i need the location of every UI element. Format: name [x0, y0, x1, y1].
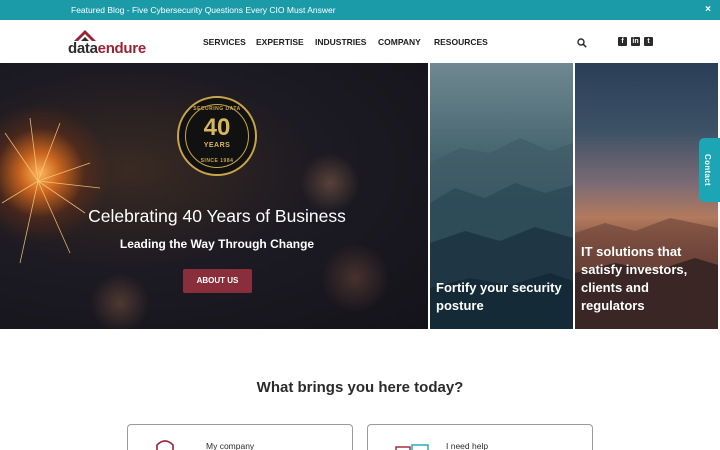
- logo-wordmark: dataendure: [68, 40, 146, 57]
- tile-text: IT solutions that satisfy investors, cli…: [581, 244, 688, 313]
- dataendure-logo[interactable]: dataendure: [68, 30, 158, 57]
- badge-number: 40: [203, 114, 231, 141]
- card-label: My company: [206, 441, 255, 450]
- help-icon: [395, 444, 429, 450]
- linkedin-icon[interactable]: in: [631, 37, 640, 46]
- logo-part-endure: endure: [97, 40, 147, 57]
- featured-blog-link[interactable]: Featured Blog - Five Cybersecurity Quest…: [71, 5, 336, 15]
- card-label: I need help: [446, 441, 489, 450]
- facebook-icon[interactable]: f: [618, 37, 627, 46]
- close-icon[interactable]: ×: [705, 4, 711, 15]
- hero-title: Celebrating 40 Years of Business: [88, 206, 346, 226]
- about-us-button[interactable]: ABOUT US: [183, 269, 252, 293]
- option-card-my-company[interactable]: My company: [127, 424, 353, 450]
- section-heading: What brings you here today?: [256, 379, 464, 396]
- bokeh-light: [320, 243, 390, 313]
- contact-tab[interactable]: Contact: [699, 138, 720, 202]
- building-icon: [156, 440, 174, 450]
- search-icon[interactable]: [577, 38, 587, 48]
- tile-text: Fortify your security posture: [436, 280, 562, 313]
- site-header: dataendure SERVICES EXPERTISE INDUSTRIES…: [0, 20, 720, 63]
- it-solutions-tile[interactable]: IT solutions that satisfy investors, cli…: [575, 63, 718, 329]
- badge-years: YEARS: [203, 142, 231, 149]
- announcement-bar: Featured Blog - Five Cybersecurity Quest…: [0, 0, 720, 20]
- bokeh-light: [300, 153, 360, 213]
- security-posture-tile[interactable]: Fortify your security posture: [430, 63, 573, 329]
- 40-years-badge: SECURING DATA 40 YEARS SINCE 1984: [177, 96, 257, 176]
- nav-item-company[interactable]: COMPANY: [378, 37, 421, 47]
- nav-item-expertise[interactable]: EXPERTISE: [256, 37, 304, 47]
- hero-banner: SECURING DATA 40 YEARS SINCE 1984 Celebr…: [0, 63, 428, 329]
- twitter-icon[interactable]: t: [644, 37, 653, 46]
- badge-top-text: SECURING DATA: [193, 106, 241, 112]
- nav-item-services[interactable]: SERVICES: [203, 37, 246, 47]
- option-card-need-help[interactable]: I need help: [367, 424, 593, 450]
- nav-item-industries[interactable]: INDUSTRIES: [315, 37, 366, 47]
- sparkler-sparks: [1, 117, 101, 264]
- nav-item-resources[interactable]: RESOURCES: [434, 37, 488, 47]
- logo-part-data: data: [68, 40, 98, 57]
- hero-subtitle: Leading the Way Through Change: [119, 237, 315, 251]
- badge-since: SINCE 1984: [200, 158, 234, 164]
- contact-tab-label: Contact: [703, 154, 712, 186]
